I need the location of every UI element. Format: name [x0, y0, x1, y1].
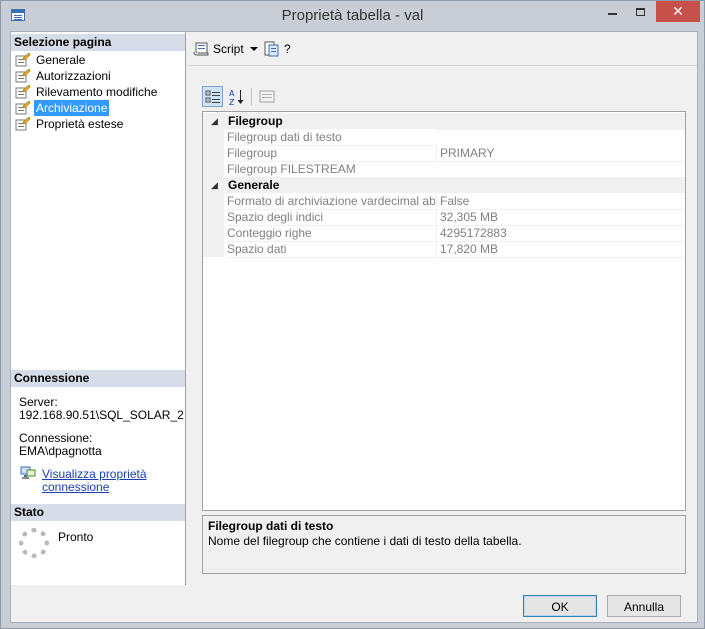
- script-label: Script: [213, 42, 244, 56]
- nav-item-label: Proprietà estese: [36, 117, 124, 131]
- script-icon: [193, 42, 209, 56]
- property-name: Spazio dati: [227, 241, 435, 258]
- progress-spinner-icon: [19, 528, 49, 558]
- property-value[interactable]: [436, 129, 685, 130]
- sort-az-icon: A Z: [229, 89, 244, 106]
- property-name: Conteggio righe: [227, 225, 435, 242]
- connection-header: Connessione: [11, 370, 185, 387]
- category-filegroup[interactable]: ◢ Filegroup: [203, 113, 685, 129]
- svg-text:A: A: [229, 89, 235, 98]
- property-description-panel: Filegroup dati di testo Nome del filegro…: [202, 515, 686, 574]
- select-page-header: Selezione pagina: [11, 34, 185, 51]
- row-gutter: [203, 161, 224, 177]
- description-text: Nome del filegroup che contiene i dati d…: [208, 534, 522, 548]
- connection-properties-icon: [20, 466, 36, 479]
- property-name: Filegroup: [227, 145, 435, 162]
- property-page-icon: [15, 101, 31, 115]
- svg-text:Z: Z: [229, 98, 235, 106]
- property-pages-icon: [259, 90, 275, 103]
- maximize-icon: [635, 7, 645, 16]
- title-bar[interactable]: Proprietà tabella - val ✕: [1, 1, 704, 31]
- alphabetical-button[interactable]: A Z: [225, 86, 246, 107]
- collapse-caret-icon[interactable]: ◢: [211, 113, 218, 129]
- nav-item-label: Archiviazione: [34, 100, 110, 116]
- property-page-icon: [15, 85, 31, 99]
- property-page-icon: [15, 69, 31, 83]
- property-page-icon: [15, 117, 31, 131]
- status-text: Pronto: [58, 530, 94, 544]
- property-page-icon: [15, 53, 31, 67]
- dropdown-arrow-icon: [250, 47, 258, 51]
- property-pages-button[interactable]: [256, 86, 277, 107]
- property-row[interactable]: Spazio degli indici 32,305 MB: [203, 209, 685, 226]
- description-title: Filegroup dati di testo: [208, 519, 334, 533]
- dialog-window: Proprietà tabella - val ✕ Selezione pagi…: [0, 0, 705, 629]
- nav-item-label: Generale: [36, 53, 86, 67]
- property-row[interactable]: Filegroup dati di testo: [203, 129, 685, 146]
- connection-value: EMA\dpagnotta: [19, 444, 102, 458]
- categorized-icon: [205, 90, 220, 103]
- help-book-icon: [264, 41, 279, 57]
- view-connection-properties-link-line2[interactable]: connessione: [42, 481, 109, 494]
- toolbar-separator: [251, 88, 252, 105]
- property-row[interactable]: Conteggio righe 4295172883: [203, 225, 685, 242]
- property-value[interactable]: [436, 161, 685, 162]
- ok-button[interactable]: OK: [523, 595, 597, 617]
- dialog-client-area: Selezione pagina Generale Autorizzazioni: [10, 31, 698, 623]
- nav-item-label: Autorizzazioni: [36, 69, 111, 83]
- dialog-toolbar: Script ?: [187, 32, 697, 66]
- property-grid: ◢ Filegroup Filegroup dati di testo File…: [202, 111, 686, 511]
- property-row[interactable]: Spazio dati 17,820 MB: [203, 241, 685, 258]
- close-button[interactable]: ✕: [656, 1, 700, 22]
- collapse-caret-icon[interactable]: ◢: [211, 177, 218, 193]
- row-gutter: [203, 129, 224, 145]
- property-value[interactable]: 4295172883: [436, 225, 685, 242]
- left-panel: Selezione pagina Generale Autorizzazioni: [11, 32, 186, 585]
- row-gutter: [203, 145, 224, 161]
- property-value[interactable]: 32,305 MB: [436, 209, 685, 226]
- property-name: Formato di archiviazione vardecimal abil…: [227, 194, 435, 210]
- help-label: ?: [284, 42, 291, 56]
- cancel-button[interactable]: Annulla: [607, 595, 681, 617]
- row-gutter: [203, 209, 224, 225]
- property-value[interactable]: 17,820 MB: [436, 241, 685, 258]
- script-button[interactable]: Script: [193, 40, 258, 58]
- row-gutter: [203, 241, 224, 257]
- property-row[interactable]: Filegroup PRIMARY: [203, 145, 685, 162]
- row-gutter: [203, 193, 224, 209]
- status-header: Stato: [11, 504, 185, 521]
- categorized-button[interactable]: [202, 86, 223, 107]
- property-name: Spazio degli indici: [227, 209, 435, 226]
- row-gutter: [203, 225, 224, 241]
- category-label: Generale: [228, 178, 280, 192]
- property-row[interactable]: Filegroup FILESTREAM: [203, 161, 685, 178]
- category-label: Filegroup: [228, 114, 283, 128]
- nav-item-label: Rilevamento modifiche: [36, 85, 158, 99]
- minimize-icon: [607, 12, 617, 15]
- maximize-button[interactable]: [627, 1, 653, 22]
- category-generale[interactable]: ◢ Generale: [203, 177, 685, 193]
- property-value[interactable]: PRIMARY: [436, 145, 685, 162]
- property-name: Filegroup dati di testo: [227, 129, 435, 146]
- right-panel: Script ? A Z ◢ Filegroup Filegroup dati …: [187, 32, 697, 585]
- property-value[interactable]: False: [436, 193, 685, 210]
- property-row[interactable]: Formato di archiviazione vardecimal abil…: [203, 193, 685, 210]
- help-button[interactable]: ?: [264, 40, 294, 58]
- server-value: 192.168.90.51\SQL_SOLAR_2: [19, 408, 184, 422]
- minimize-button[interactable]: [599, 1, 625, 22]
- property-name: Filegroup FILESTREAM: [227, 161, 435, 178]
- close-icon: ✕: [672, 3, 684, 19]
